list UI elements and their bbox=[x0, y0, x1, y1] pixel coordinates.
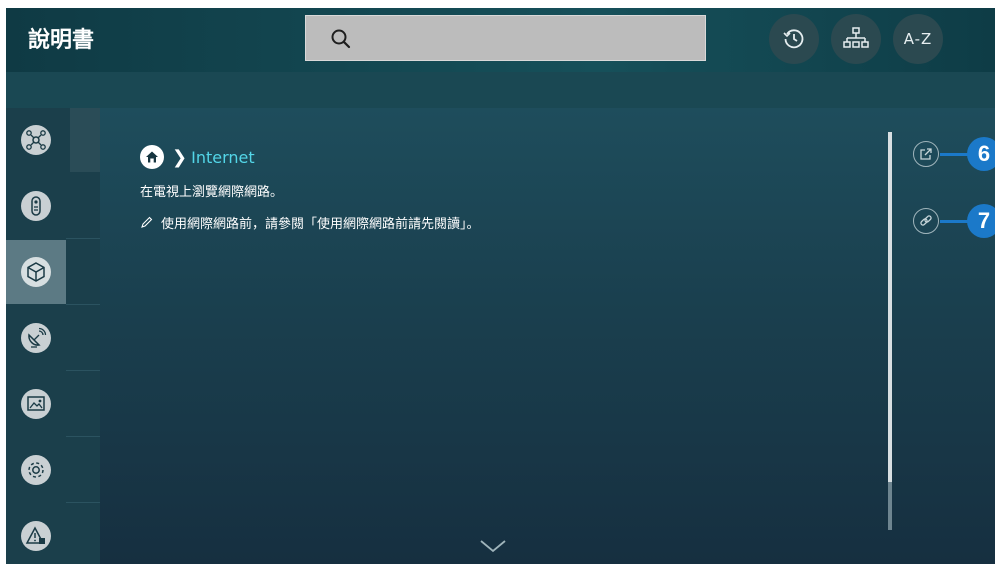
divider bbox=[66, 436, 100, 437]
app-title: 說明書 bbox=[28, 28, 95, 53]
search-icon bbox=[331, 29, 351, 49]
gear-icon bbox=[21, 455, 51, 485]
note-row: 使用網際網路前，請參閱「使用網際網路前請先閱讀」。 bbox=[140, 213, 480, 232]
divider bbox=[66, 304, 100, 305]
divider bbox=[66, 370, 100, 371]
tv-screen: 說明書 A-Z ❯ Internet 在電視上瀏覽網際網路。 使用網際網路前，請… bbox=[6, 8, 995, 564]
callout-badge: 6 bbox=[967, 137, 995, 171]
sitemap-button[interactable] bbox=[831, 14, 881, 64]
network-nodes-icon bbox=[21, 125, 51, 155]
divider bbox=[66, 238, 100, 239]
sub-bar bbox=[6, 72, 995, 108]
description-text: 在電視上瀏覽網際網路。 bbox=[140, 185, 284, 200]
open-external-button[interactable] bbox=[913, 141, 939, 167]
chevron-down-icon[interactable] bbox=[478, 538, 508, 554]
search-input[interactable] bbox=[305, 15, 706, 61]
sitemap-icon bbox=[843, 27, 869, 48]
history-button[interactable] bbox=[769, 14, 819, 64]
chevron-right-icon: ❯ bbox=[172, 146, 188, 168]
a-z-label: A-Z bbox=[903, 30, 933, 48]
a-z-index-button[interactable]: A-Z bbox=[893, 14, 943, 64]
scrollbar-thumb[interactable] bbox=[888, 132, 892, 482]
callout-badge: 7 bbox=[967, 204, 995, 238]
category-list bbox=[6, 108, 66, 564]
sidebar-item-smart-features[interactable] bbox=[6, 240, 66, 304]
home-icon[interactable] bbox=[140, 145, 164, 169]
divider bbox=[66, 502, 100, 503]
sidebar-item-connected-devices[interactable] bbox=[6, 108, 66, 172]
scrollbar[interactable] bbox=[888, 132, 892, 530]
header-bar: 說明書 A-Z bbox=[6, 8, 995, 72]
sidebar-item-troubleshooting[interactable] bbox=[6, 504, 66, 564]
sidebar bbox=[6, 108, 100, 564]
sidebar-item-settings[interactable] bbox=[6, 438, 66, 502]
remote-control-icon bbox=[21, 191, 51, 221]
sidebar-item-remote-control[interactable] bbox=[6, 174, 66, 238]
note-text: 使用網際網路前，請參閱「使用網際網路前請先閱讀」。 bbox=[161, 217, 480, 232]
box-3d-icon bbox=[21, 257, 51, 287]
warning-icon bbox=[21, 521, 51, 551]
content-panel: ❯ Internet 在電視上瀏覽網際網路。 使用網際網路前，請參閱「使用網際網… bbox=[100, 108, 995, 564]
link-button[interactable] bbox=[913, 208, 939, 234]
category-panel-edge bbox=[70, 108, 100, 172]
open-external-icon bbox=[920, 148, 932, 160]
link-icon bbox=[920, 215, 932, 226]
sidebar-item-picture-sound[interactable] bbox=[6, 372, 66, 436]
satellite-dish-icon bbox=[21, 323, 51, 353]
picture-icon bbox=[21, 389, 51, 419]
pencil-icon bbox=[141, 216, 153, 228]
breadcrumb: ❯ Internet bbox=[140, 145, 255, 169]
breadcrumb-current: Internet bbox=[191, 147, 255, 167]
sidebar-item-broadcast[interactable] bbox=[6, 306, 66, 370]
history-icon bbox=[783, 29, 804, 49]
